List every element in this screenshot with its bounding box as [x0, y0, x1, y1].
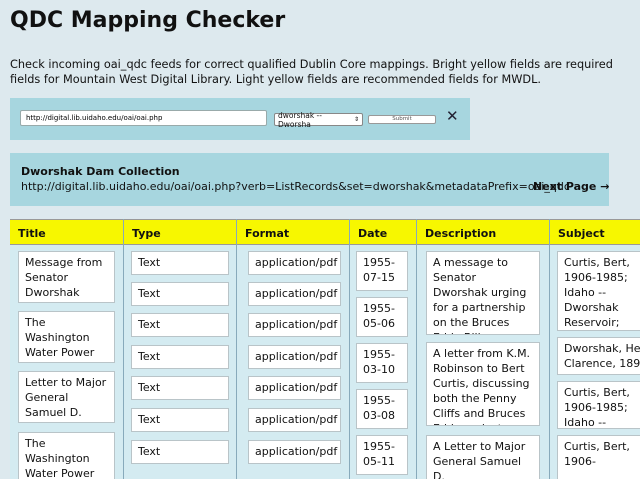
format-cell: application/pdf [248, 376, 341, 400]
type-cell: Text [131, 313, 229, 337]
date-cell: 1955-05-11 [356, 435, 408, 475]
subject-cell: Curtis, Bert, 1906-1985; Idaho -- Dworsh… [557, 381, 640, 429]
collection-url: http://digital.lib.uidaho.edu/oai/oai.ph… [21, 180, 570, 193]
type-cell: Text [131, 251, 229, 275]
format-cell: application/pdf [248, 313, 341, 337]
header-type: Type [124, 219, 237, 245]
subject-cell: Curtis, Bert, 1906- [557, 435, 640, 479]
date-cell: 1955-03-08 [356, 389, 408, 429]
close-icon[interactable]: ✕ [446, 107, 459, 125]
intro-text: Check incoming oai_qdc feeds for correct… [10, 58, 613, 86]
header-title: Title [10, 219, 123, 245]
feed-url-input[interactable] [20, 110, 267, 126]
next-page-link[interactable]: Next Page → [533, 180, 609, 193]
column-format: Format application/pdf application/pdf a… [236, 219, 350, 479]
title-cell: Message from Senator Dworshak [18, 251, 115, 303]
format-cell: application/pdf [248, 251, 341, 275]
column-date: Date 1955-07-15 1955-05-06 1955-03-10 19… [349, 219, 417, 479]
type-cell: Text [131, 440, 229, 464]
type-cell: Text [131, 376, 229, 400]
title-cell: Letter to Major General Samuel D. Sturgi… [18, 371, 115, 423]
column-subject: Subject Curtis, Bert, 1906-1985; Idaho -… [549, 219, 640, 479]
feed-form: dworshak -- Dworsha ⇕ Submit ✕ [10, 98, 470, 140]
date-cell: 1955-07-15 [356, 251, 408, 291]
collection-panel: Dworshak Dam Collection http://digital.l… [10, 153, 609, 206]
description-cell: A Letter to Major General Samuel D. [426, 435, 540, 479]
description-cell: A message to Senator Dworshak urging for… [426, 251, 540, 335]
header-description: Description [417, 219, 550, 245]
header-date: Date [350, 219, 417, 245]
type-cell: Text [131, 282, 229, 306]
type-cell: Text [131, 408, 229, 432]
type-cell: Text [131, 345, 229, 369]
format-cell: application/pdf [248, 408, 341, 432]
column-type: Type Text Text Text Text Text Text Text [123, 219, 237, 479]
date-cell: 1955-03-10 [356, 343, 408, 383]
page-title: QDC Mapping Checker [10, 8, 286, 33]
set-select[interactable]: dworshak -- Dworsha ⇕ [274, 110, 363, 129]
date-cell: 1955-05-06 [356, 297, 408, 337]
subject-cell: Dworshak, Henry Clarence, 1894-1962 [557, 337, 640, 375]
title-cell: The Washington Water Power Company [18, 432, 115, 479]
subject-cell: Curtis, Bert, 1906-1985; Idaho -- Dworsh… [557, 251, 640, 331]
chevron-updown-icon: ⇕ [353, 116, 359, 123]
description-cell: A letter from K.M. Robinson to Bert Curt… [426, 342, 540, 426]
submit-button[interactable]: Submit [368, 115, 436, 124]
collection-name: Dworshak Dam Collection [21, 165, 180, 178]
records-table: Title Message from Senator Dworshak The … [10, 219, 640, 479]
header-format: Format [237, 219, 350, 245]
column-title: Title Message from Senator Dworshak The … [10, 219, 123, 479]
format-cell: application/pdf [248, 282, 341, 306]
header-subject: Subject [550, 219, 640, 245]
title-cell: The Washington Water Power Company [18, 311, 115, 363]
set-select-value: dworshak -- Dworsha [278, 110, 322, 129]
format-cell: application/pdf [248, 345, 341, 369]
column-description: Description A message to Senator Dworsha… [416, 219, 550, 479]
format-cell: application/pdf [248, 440, 341, 464]
